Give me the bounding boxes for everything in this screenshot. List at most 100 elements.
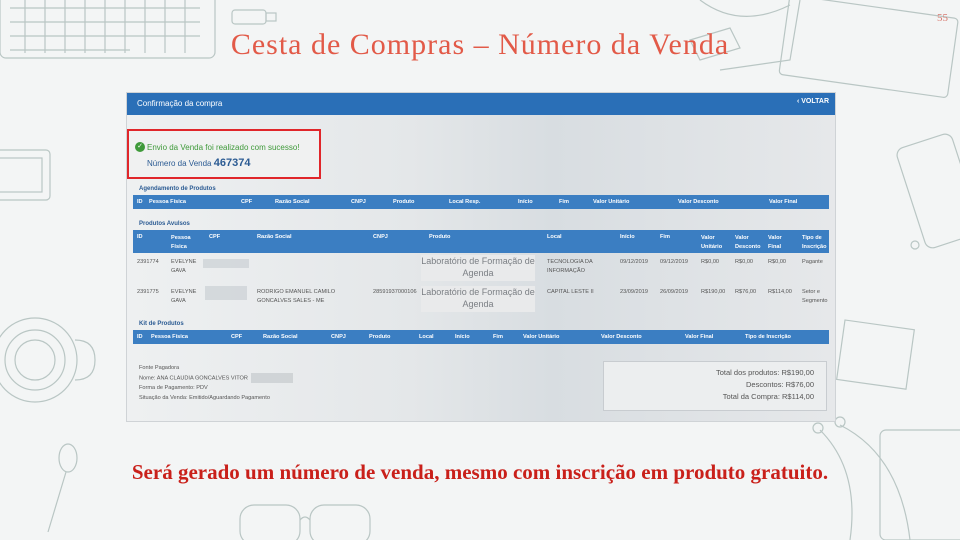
col-header: CNPJ — [373, 234, 388, 240]
tablet-illustration — [0, 149, 51, 201]
col-header: Tipo de Inscrição — [745, 334, 791, 340]
back-button[interactable]: ‹ VOLTAR — [797, 98, 829, 105]
cell-valor-unitario: R$190,00 — [701, 289, 726, 295]
app-header-title: Confirmação da compra — [137, 99, 223, 108]
col-header: Pessoa Física — [151, 334, 189, 340]
totals-box: Total dos produtos: R$190,00 Descontos: … — [603, 361, 827, 411]
cell-valor-final: R$114,00 — [768, 289, 792, 295]
cell-fim: 26/09/2019 — [660, 289, 688, 295]
note-illustration — [835, 319, 915, 390]
cell-razao-social: RODRIGO EMANUEL CAMILO GONCALVES SALES -… — [257, 289, 336, 304]
agendamento-table-header: ID Pessoa Física CPF Razão Social CNPJ P… — [133, 195, 829, 209]
slide-caption: Será gerado um número de venda, mesmo co… — [131, 460, 829, 484]
col-header: CPF — [241, 199, 253, 205]
phone-illustration — [896, 133, 960, 250]
fonte-pagadora-label: Fonte Pagadora — [139, 365, 180, 371]
col-header: CPF — [209, 234, 221, 240]
payer-name: Nome: ANA CLAUDIA GONCALVES VITOR — [139, 375, 248, 382]
sale-number-label: Número da Venda — [147, 159, 212, 168]
cell-valor-unitario: R$0,00 — [701, 259, 720, 265]
kit-table-header: ID Pessoa Física CPF Razão Social CNPJ P… — [133, 330, 829, 344]
col-header: Produto — [429, 234, 451, 240]
col-header: Pessoa Física — [171, 235, 191, 250]
page-number: 55 — [937, 12, 948, 24]
cell-produto: Laboratório de Formação de Agenda — [421, 255, 535, 281]
descontos-value: R$76,00 — [785, 380, 814, 389]
cell-inicio: 09/12/2019 — [620, 259, 648, 265]
col-header: Tipo de Inscrição — [802, 235, 827, 250]
total-produtos-value: R$190,00 — [781, 368, 814, 377]
section-title-agendamento: Agendamento de Produtos — [139, 186, 216, 192]
section-title-avulsos: Produtos Avulsos — [139, 221, 190, 227]
col-header: Valor Unitário — [593, 199, 630, 205]
glasses-illustration — [239, 504, 371, 540]
sale-number: 467374 — [213, 157, 251, 169]
total-produtos-label: Total dos produtos: — [716, 368, 780, 377]
col-header: Valor Unitário — [523, 334, 560, 340]
col-header: Valor Desconto — [678, 199, 719, 205]
col-header: Fim — [660, 234, 670, 240]
total-compra-value: R$114,00 — [782, 392, 814, 401]
col-header: Produto — [369, 334, 391, 340]
coffee-cup-illustration — [0, 317, 96, 403]
sale-status: Situação da Venda: Emitido/Aguardando Pa… — [139, 395, 270, 402]
cell-inicio: 23/09/2019 — [620, 289, 648, 295]
col-header: Fim — [493, 334, 503, 340]
spoon-illustration — [47, 443, 78, 533]
col-header: Início — [455, 334, 470, 340]
col-header: Local — [419, 334, 434, 340]
col-header: Valor Desconto — [601, 334, 642, 340]
cell-valor-desconto: R$0,00 — [735, 259, 754, 265]
col-header: Fim — [559, 199, 569, 205]
total-produtos-line: Total dos produtos: R$190,00 — [716, 368, 814, 377]
redacted-field — [251, 373, 294, 383]
clipboard-illustration — [879, 429, 960, 540]
table-row: 2391775 EVELYNE GAVA RODRIGO EMANUEL CAM… — [133, 284, 829, 316]
check-circle-icon: ✓ — [135, 142, 145, 152]
col-header: Valor Final — [769, 199, 798, 205]
redacted-cpf — [205, 286, 247, 300]
col-header: CNPJ — [351, 199, 366, 205]
slide-title: Cesta de Compras – Número da Venda — [230, 28, 730, 61]
cell-tipo: Setor e Segmento — [802, 289, 828, 304]
total-compra-line: Total da Compra: R$114,00 — [723, 392, 814, 401]
col-header: Valor Final — [685, 334, 714, 340]
cell-valor-final: R$0,00 — [768, 259, 787, 265]
cell-produto: Laboratório de Formação de Agenda — [421, 286, 535, 312]
total-compra-label: Total da Compra: — [722, 392, 780, 401]
redacted-cpf — [203, 259, 249, 268]
col-header: Valor Unitário — [701, 235, 723, 250]
descontos-label: Descontos: — [746, 380, 784, 389]
col-header: Local Resp. — [449, 199, 481, 205]
success-highlight-box: ✓ Envio da Venda foi realizado com suces… — [127, 129, 321, 179]
payer-name-line: Nome: ANA CLAUDIA GONCALVES VITOR — [139, 373, 294, 383]
cell-local: TECNOLOGIA DA INFORMAÇÃO — [547, 259, 593, 274]
col-header: Pessoa Física — [149, 199, 187, 205]
col-header: Local — [547, 234, 562, 240]
cell-pessoa: EVELYNE GAVA — [171, 259, 197, 274]
app-header: Confirmação da compra ‹ VOLTAR — [127, 93, 835, 115]
col-header: Produto — [393, 199, 415, 205]
cell-id: 2391774 — [137, 259, 159, 265]
col-header: Razão Social — [275, 199, 310, 205]
col-header: Valor Desconto — [735, 235, 761, 250]
cell-cnpj: 28591937000106 — [373, 289, 417, 295]
avulsos-table-header: ID Pessoa Física CPF Razão Social CNPJ P… — [133, 230, 829, 253]
success-message: Envio da Venda foi realizado com sucesso… — [147, 143, 300, 152]
payment-method: Forma de Pagamento: PDV — [139, 385, 208, 392]
usb-illustration — [231, 9, 277, 25]
cell-local: CAPITAL LESTE II — [547, 289, 594, 295]
cell-pessoa: EVELYNE GAVA — [171, 289, 197, 304]
col-header: Início — [620, 234, 635, 240]
cell-id: 2391775 — [137, 289, 159, 295]
cell-tipo: Pagante — [802, 259, 823, 265]
col-header: ID — [137, 199, 143, 205]
cell-fim: 09/12/2019 — [660, 259, 688, 265]
col-header: ID — [137, 334, 143, 340]
section-title-kit: Kit de Produtos — [139, 321, 184, 327]
col-header: Razão Social — [257, 234, 292, 240]
payment-info: Fonte Pagadora Nome: ANA CLAUDIA GONCALV… — [139, 363, 294, 403]
purchase-confirmation-screenshot: Confirmação da compra ‹ VOLTAR ✓ Envio d… — [126, 92, 836, 422]
col-header: CNPJ — [331, 334, 346, 340]
cell-valor-desconto: R$76,00 — [735, 289, 757, 295]
